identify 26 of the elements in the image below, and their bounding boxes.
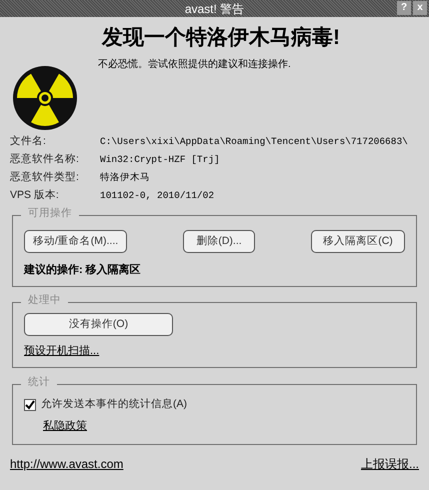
boot-scan-link[interactable]: 预设开机扫描...: [24, 343, 100, 360]
group-title: 处理中: [21, 295, 68, 306]
recommended-action: 建议的操作: 移入隔离区: [24, 262, 142, 278]
field-value: C:\Users\xixi\AppData\Roaming\Tencent\Users\717206683\: [100, 134, 408, 149]
group-title: 可用操作: [21, 208, 79, 218]
radiation-icon: [12, 65, 78, 131]
quarantine-button[interactable]: 移入隔离区(C): [311, 230, 405, 253]
field-value: 特洛伊木马: [100, 170, 150, 185]
privacy-policy-link[interactable]: 私隐政策: [43, 418, 87, 434]
window-title: avast! 警告: [184, 2, 244, 14]
dialog-subtitle: 不必恐慌。尝试依照提供的建议和连接操作.: [98, 58, 292, 72]
field-label: VPS 版本:: [10, 188, 60, 204]
field-label: 恶意软件名称:: [10, 152, 80, 168]
field-value: 101102-0, 2010/11/02: [100, 188, 214, 203]
move-rename-button[interactable]: 移动/重命名(M)....: [24, 230, 127, 253]
field-label: 恶意软件类型:: [10, 170, 80, 186]
no-action-button[interactable]: 没有操作(O): [24, 313, 173, 336]
field-label: 文件名:: [10, 134, 47, 150]
checkbox[interactable]: [24, 398, 36, 411]
checkbox-label: 允许发送本事件的统计信息(A): [41, 397, 187, 412]
report-false-positive-link[interactable]: 上报误报...: [360, 455, 419, 473]
website-link[interactable]: http://www.avast.com: [10, 455, 124, 473]
dialog-heading: 发现一个特洛伊木马病毒!: [102, 25, 340, 51]
delete-button[interactable]: 删除(D)...: [183, 230, 255, 253]
field-value: Win32:Crypt-HZF [Trj]: [100, 152, 220, 167]
group-title: 统计: [21, 377, 57, 388]
